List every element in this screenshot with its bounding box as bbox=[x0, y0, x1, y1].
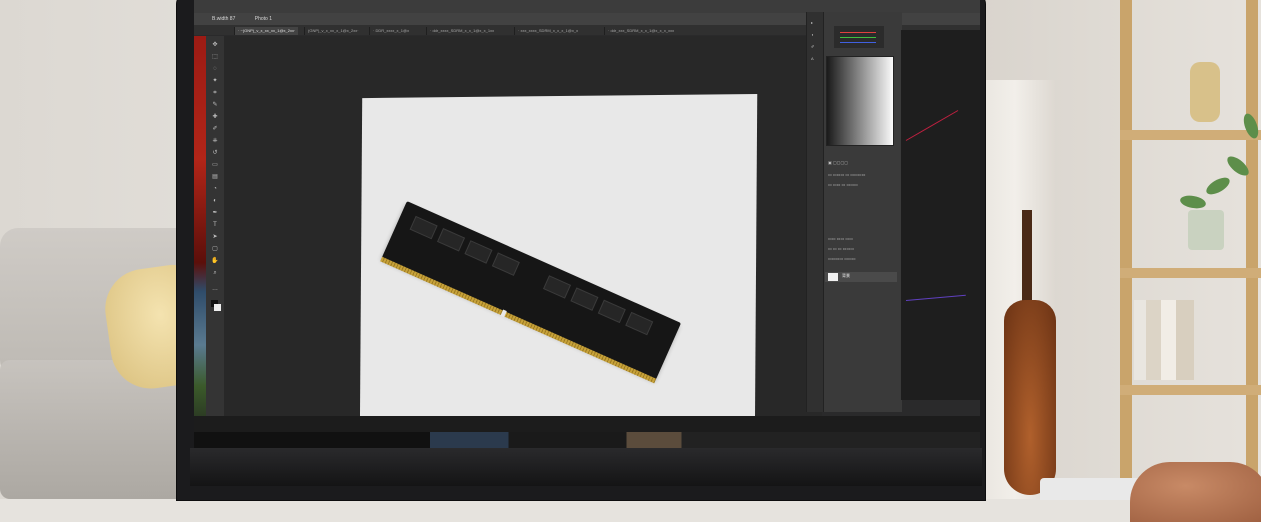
document-tab[interactable]: · ~(GNP)_v_x_xx_xx_1@x_2xx· bbox=[234, 27, 299, 35]
stamp-tool-icon[interactable]: ⎈ bbox=[211, 138, 219, 145]
layers-filter[interactable]: ▭ ▭ ▭ ▭▭▭ bbox=[828, 246, 854, 251]
green-curve bbox=[840, 37, 876, 38]
blue-curve bbox=[840, 42, 876, 43]
brush-width-option[interactable]: B.width 87 bbox=[212, 13, 235, 25]
taskbar bbox=[194, 432, 980, 448]
healing-tool-icon[interactable]: ✚ bbox=[211, 114, 219, 121]
background-curve bbox=[905, 110, 959, 141]
eraser-tool-icon[interactable]: ▭ bbox=[211, 162, 219, 169]
curves-panel bbox=[834, 26, 884, 48]
blur-tool-icon[interactable]: ◔ bbox=[211, 186, 219, 193]
crop-tool-icon[interactable]: ⌗ bbox=[211, 90, 219, 97]
workspace bbox=[224, 36, 822, 448]
marquee-tool-icon[interactable]: ⬚ bbox=[211, 54, 219, 61]
plant-pot bbox=[1188, 210, 1224, 250]
document-tab[interactable]: · ddr_xxx_SDRM_x_x_1@x_x_x_xxx bbox=[604, 27, 677, 35]
memory-chip bbox=[597, 299, 626, 324]
magic-wand-tool-icon[interactable]: ✦ bbox=[211, 78, 219, 85]
layers-tabs[interactable]: ▭▭ ▭▭ ▭▭ bbox=[828, 236, 853, 241]
adjust-panel-icon[interactable]: ◑ bbox=[811, 32, 813, 37]
eyedropper-tool-icon[interactable]: ✎ bbox=[211, 102, 219, 109]
properties-row: ▭ ▭▭ ▭ ▭▭▭ bbox=[828, 182, 858, 187]
document-tab[interactable]: · ddr_xxxx_SDRM_x_x_1@x_x_1xx bbox=[426, 27, 497, 35]
hand-tool-icon[interactable]: ✋ bbox=[211, 258, 219, 265]
monitor-bezel bbox=[190, 448, 982, 486]
books bbox=[1134, 300, 1194, 380]
type-tool-icon[interactable]: T bbox=[211, 222, 219, 229]
history-panel-icon[interactable]: ▸ bbox=[811, 20, 813, 25]
document-tab[interactable]: (GNP)_v_x_xx_x_1@x_2xx· bbox=[304, 27, 362, 35]
status-bar bbox=[194, 416, 980, 432]
document-tab[interactable]: · xxx_xxxx_SDRM_x_x_x_1@x_x bbox=[514, 27, 581, 35]
monitor-screen: B.width 87 Photo 1 · ~(GNP)_v_x_xx_xx_1@… bbox=[194, 0, 980, 448]
gradient-tool-icon[interactable]: ▤ bbox=[211, 174, 219, 181]
memory-chip bbox=[625, 311, 654, 336]
background-curve bbox=[905, 294, 966, 301]
more-tools-icon[interactable]: … bbox=[211, 286, 219, 293]
memory-chip bbox=[542, 275, 572, 299]
layer-thumbnail bbox=[828, 273, 838, 281]
background-window bbox=[901, 30, 980, 400]
photo-option[interactable]: Photo 1 bbox=[255, 13, 272, 25]
brush-panel-icon[interactable]: ✐ bbox=[811, 44, 814, 49]
layer-name[interactable]: 背景 bbox=[842, 273, 850, 279]
document-tab[interactable]: · DDR_xxxx_x_1@x bbox=[369, 27, 412, 35]
zoom-tool-icon[interactable]: ⌕ bbox=[211, 270, 219, 277]
background-window-strip bbox=[194, 36, 206, 448]
shelf-board bbox=[1120, 385, 1261, 395]
memory-chip bbox=[437, 228, 466, 252]
path-select-tool-icon[interactable]: ➤ bbox=[211, 234, 219, 241]
memory-chip bbox=[570, 287, 599, 311]
layers-blend[interactable]: ▭▭▭▭ ▭▭▭ bbox=[828, 256, 856, 261]
lasso-tool-icon[interactable]: ◌ bbox=[211, 66, 219, 73]
history-brush-tool-icon[interactable]: ↺ bbox=[211, 150, 219, 157]
brush-tool-icon[interactable]: ✐ bbox=[211, 126, 219, 133]
shelf-board bbox=[1120, 130, 1261, 140]
shape-tool-icon[interactable]: ▢ bbox=[211, 246, 219, 253]
properties-row: ▭ ▭▭▭ ▭ ▭▭▭▭ bbox=[828, 172, 866, 177]
background-color-swatch[interactable] bbox=[214, 304, 221, 311]
shelf-post-right bbox=[1246, 0, 1258, 499]
tools-panel: ✥ ⬚ ◌ ✦ ⌗ ✎ ✚ ✐ ⎈ ↺ ▭ ▤ ◔ ◐ ✒ T ➤ ▢ ✋ ⌕ … bbox=[206, 36, 225, 448]
vase bbox=[1190, 62, 1220, 122]
guitar bbox=[1004, 300, 1056, 495]
red-curve bbox=[840, 32, 876, 33]
shelf-post-left bbox=[1120, 0, 1132, 499]
shelf-board bbox=[1120, 268, 1261, 278]
properties-header: ▣ ▢▢▢▢ bbox=[828, 160, 849, 165]
char-panel-icon[interactable]: A bbox=[811, 56, 814, 61]
move-tool-icon[interactable]: ✥ bbox=[211, 42, 219, 49]
hand bbox=[1130, 462, 1261, 522]
pen-tool-icon[interactable]: ✒ bbox=[211, 210, 219, 217]
memory-chip bbox=[464, 240, 493, 264]
gradient-preview bbox=[826, 56, 894, 146]
dodge-tool-icon[interactable]: ◐ bbox=[211, 198, 219, 205]
panel-icons-column: ▸ ◑ ✐ A bbox=[806, 12, 824, 412]
memory-chip bbox=[491, 252, 520, 276]
memory-chip bbox=[409, 215, 438, 240]
